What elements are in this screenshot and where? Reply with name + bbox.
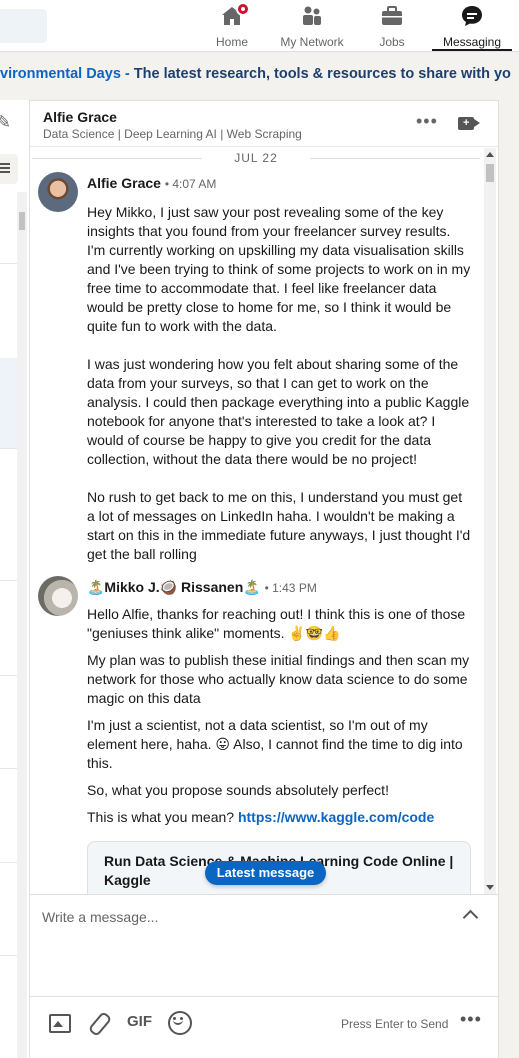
latest-message-button[interactable]: Latest message (205, 861, 326, 885)
message-paragraph: My plan was to publish these initial fin… (87, 652, 470, 706)
network-icon (300, 4, 324, 28)
nav-messaging-label: Messaging (442, 35, 502, 49)
message-composer (30, 894, 498, 996)
message-sender[interactable]: 🏝️Mikko J.🥥 Rissanen🏝️ • 1:43 PM (87, 579, 317, 596)
message-paragraph: So, what you propose sounds absolutely p… (87, 782, 389, 798)
avatar[interactable] (38, 576, 78, 616)
selected-conversation-item[interactable] (0, 358, 18, 448)
sender-name[interactable]: 🏝️Mikko J.🥥 Rissanen🏝️ (87, 579, 261, 595)
contact-headline: Data Science | Deep Learning AI | Web Sc… (43, 127, 302, 141)
video-call-icon[interactable]: + (458, 117, 474, 130)
divider (0, 448, 18, 449)
nav-my-network-label: My Network (280, 35, 344, 49)
date-divider: JUL 22 (30, 151, 482, 165)
message-input[interactable] (30, 895, 460, 995)
message-body: Hello Alfie, thanks for reaching out! I … (87, 605, 471, 827)
thread-scrollbar[interactable] (484, 148, 496, 894)
message-paragraph: I was just wondering how you felt about … (87, 356, 470, 467)
send-hint[interactable]: Press Enter to Send (341, 1017, 448, 1031)
nav-messaging[interactable]: Messaging (432, 4, 512, 51)
message-paragraph: I'm just a scientist, not a data scienti… (87, 717, 463, 771)
composer-toolbar: GIF Press Enter to Send ••• (30, 996, 498, 1048)
attachment-icon[interactable] (88, 1011, 110, 1033)
nav-my-network[interactable]: My Network (276, 4, 348, 50)
more-options-icon[interactable]: ••• (416, 111, 438, 132)
message-thread: JUL 22 Alfie Grace • 4:07 AM Hey Mikko, … (30, 148, 498, 894)
scroll-up-arrow-icon[interactable] (486, 152, 494, 157)
image-icon[interactable] (48, 1011, 71, 1033)
nav-home[interactable]: Home (212, 2, 252, 50)
more-options-icon[interactable]: ••• (460, 1009, 482, 1030)
briefcase-icon (380, 4, 404, 28)
filter-icon[interactable] (0, 154, 18, 184)
scroll-down-arrow-icon[interactable] (486, 885, 494, 890)
nav-jobs[interactable]: Jobs (372, 4, 412, 50)
contact-name[interactable]: Alfie Grace (43, 109, 117, 125)
messaging-icon (460, 4, 484, 28)
conversation-panel: Alfie Grace Data Science | Deep Learning… (29, 100, 499, 1058)
divider (0, 263, 18, 264)
message-time: 1:43 PM (272, 581, 317, 595)
divider (0, 955, 18, 956)
divider (0, 675, 18, 676)
list-scrollbar[interactable] (17, 192, 27, 1058)
expand-composer-icon[interactable] (464, 909, 476, 921)
kaggle-link[interactable]: https://www.kaggle.com/code (238, 809, 434, 825)
banner-link[interactable]: vironmental Days - (0, 66, 130, 82)
conversation-list-panel: ✎ (0, 100, 30, 1058)
gif-button[interactable]: GIF (127, 1013, 152, 1035)
divider (0, 580, 18, 581)
nav-home-label: Home (215, 35, 248, 49)
sender-name[interactable]: Alfie Grace (87, 175, 161, 191)
divider (0, 862, 18, 863)
compose-icon[interactable]: ✎ (0, 112, 11, 133)
emoji-icon[interactable] (168, 1011, 192, 1035)
divider (0, 768, 18, 769)
message-paragraph: Hello Alfie, thanks for reaching out! I … (87, 606, 466, 641)
banner-text: The latest research, tools & resources t… (129, 66, 511, 82)
promo-banner[interactable]: vironmental Days - The latest research, … (0, 66, 519, 82)
message-paragraph: No rush to get back to me on this, I und… (87, 489, 471, 562)
message-text: This is what you mean? (87, 809, 238, 825)
top-navigation: Home My Network Jobs Messaging (0, 0, 519, 52)
nav-jobs-label: Jobs (379, 35, 405, 49)
message-time: 4:07 AM (172, 177, 217, 191)
message-paragraph: This is what you mean? https://www.kaggl… (87, 808, 471, 827)
message-body: Hey Mikko, I just saw your post revealin… (87, 203, 471, 564)
conversation-header: Alfie Grace Data Science | Deep Learning… (30, 101, 498, 147)
search-box[interactable] (0, 9, 47, 43)
scrollbar-thumb[interactable] (486, 164, 494, 182)
message-sender[interactable]: Alfie Grace • 4:07 AM (87, 175, 216, 191)
avatar[interactable] (38, 172, 78, 212)
message-paragraph: Hey Mikko, I just saw your post revealin… (87, 204, 471, 334)
notification-badge (236, 2, 250, 16)
home-icon (220, 2, 250, 28)
